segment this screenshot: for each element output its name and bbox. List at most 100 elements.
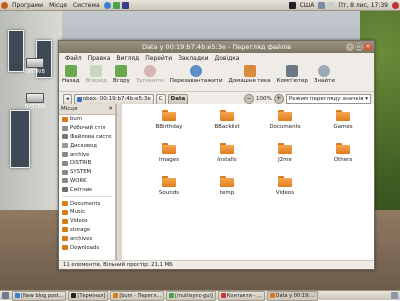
forward-button[interactable]: Вперед: [86, 65, 107, 84]
menu-edit[interactable]: Правка: [85, 55, 114, 62]
desktop-icon-distrib[interactable]: DISTRIB: [22, 58, 48, 75]
sidebar-item[interactable]: storage: [59, 226, 115, 235]
maximize-button[interactable]: □: [355, 43, 363, 51]
sidebar-header[interactable]: Місця ✕: [59, 104, 115, 115]
folder-item[interactable]: BBacklist: [198, 110, 256, 130]
sidebar-item-label: Music: [70, 209, 86, 216]
back-button[interactable]: Назад: [62, 65, 80, 84]
menu-go[interactable]: Перейти: [142, 55, 175, 62]
menu-file[interactable]: Файл: [62, 55, 85, 62]
menu-system[interactable]: Система: [70, 2, 103, 9]
home-button[interactable]: Домашня тека: [229, 65, 271, 84]
menu-help[interactable]: Довідка: [212, 55, 243, 62]
mail-launcher-icon[interactable]: [112, 1, 120, 9]
bluetooth-icon[interactable]: [327, 1, 335, 9]
view-mode-select[interactable]: Режим перегляду значків ▾: [285, 94, 371, 104]
folder-label: BBacklist: [214, 124, 240, 130]
menu-bookmarks[interactable]: Закладки: [175, 55, 211, 62]
computer-button[interactable]: Комп'ютер: [277, 65, 308, 84]
sidebar-item[interactable]: WORK: [59, 177, 115, 186]
trash-applet-icon[interactable]: [391, 292, 398, 299]
folder-icon: [336, 143, 350, 154]
computer-icon: [286, 65, 299, 77]
zoom-out-button[interactable]: −: [244, 94, 255, 104]
stop-icon: [143, 65, 156, 77]
folder-item[interactable]: temp: [198, 176, 256, 196]
folder-label: Sounds: [158, 190, 180, 196]
folder-icon: [162, 143, 176, 154]
sidebar-item[interactable]: Файлова систе: [59, 133, 115, 142]
up-button[interactable]: Вгору: [113, 65, 130, 84]
taskbar-button[interactable]: [bum - Перегл...: [110, 290, 165, 301]
folder-item[interactable]: Videos: [256, 176, 314, 196]
folder-item[interactable]: J2me: [256, 143, 314, 163]
menu-places[interactable]: Місця: [46, 2, 70, 9]
folder-item[interactable]: Sounds: [140, 176, 198, 196]
sidebar-item[interactable]: archive: [59, 150, 115, 159]
reload-button[interactable]: Перезавантажити: [170, 65, 223, 84]
taskbar-button[interactable]: [New blog post...: [12, 290, 67, 301]
taskbar-button-active[interactable]: Data у 00:19:...: [266, 290, 318, 301]
folder-icon: [62, 236, 68, 242]
close-button[interactable]: ×: [364, 43, 372, 51]
network-icon[interactable]: [288, 1, 296, 9]
crumb-data[interactable]: Data: [167, 93, 189, 105]
folder-item[interactable]: Others: [314, 143, 372, 163]
forward-arrow-icon: [90, 65, 103, 77]
taskbar-button[interactable]: [multisync-gui]: [166, 290, 216, 301]
search-button[interactable]: Знайти: [314, 65, 335, 84]
folder-icon: [278, 143, 292, 154]
places-sidebar: Місця ✕ bum Робочий стіл Файлова систе Ди…: [59, 104, 116, 260]
sidebar-item[interactable]: bum: [59, 115, 115, 124]
menu-view[interactable]: Вигляд: [113, 55, 142, 62]
sidebar-item[interactable]: DISTRIB: [59, 159, 115, 168]
home-icon: [243, 65, 256, 77]
taskbar-button[interactable]: [Термінал]: [68, 290, 109, 301]
window-titlebar[interactable]: Data у 00:19:b7:4b:e5:3e - Перегляд файл…: [59, 41, 374, 53]
show-desktop-icon[interactable]: [2, 292, 9, 299]
up-arrow-icon: [115, 65, 128, 77]
browser-launcher-icon[interactable]: [103, 1, 111, 9]
power-icon[interactable]: [392, 1, 399, 9]
sidebar-item[interactable]: Downloads: [59, 243, 115, 252]
toggle-location-button[interactable]: ◂: [63, 93, 72, 105]
bluetooth-device-icon: [76, 96, 82, 102]
desktop-icon-label: SYSTEM: [25, 104, 45, 110]
sidebar-item[interactable]: Смітник: [59, 185, 115, 194]
sidebar-item[interactable]: SYSTEM: [59, 168, 115, 177]
folder-label: Documents: [269, 124, 301, 130]
crumb-obex[interactable]: obex: 00:19:b7:4b:e5:3e: [73, 93, 154, 105]
toolbar-label: Домашня тека: [228, 78, 271, 84]
sidebar-item[interactable]: Documents: [59, 199, 115, 208]
folder-item[interactable]: Games: [314, 110, 372, 130]
sidebar-item-label: Videos: [70, 218, 88, 225]
drive-icon: [62, 160, 68, 166]
sidebar-item[interactable]: Дисковод: [59, 141, 115, 150]
sidebar-item[interactable]: Music: [59, 208, 115, 217]
folder-label: Games: [333, 124, 353, 130]
ubuntu-logo-icon: [1, 1, 8, 9]
zoom-in-button[interactable]: +: [273, 94, 284, 104]
help-launcher-icon[interactable]: [121, 1, 129, 9]
sidebar-item[interactable]: Videos: [59, 217, 115, 226]
taskbar-button[interactable]: Контакти - ...: [217, 290, 265, 301]
keyboard-layout-indicator[interactable]: США: [297, 2, 318, 9]
volume-icon[interactable]: [318, 1, 326, 9]
menu-applications[interactable]: Програми: [9, 2, 46, 9]
sidebar-item[interactable]: archives: [59, 234, 115, 243]
stop-button[interactable]: Зупинити: [136, 65, 164, 84]
drive-icon: [26, 93, 44, 103]
folder-item[interactable]: Installs: [198, 143, 256, 163]
drive-icon: [62, 134, 68, 140]
sidebar-item[interactable]: Робочий стіл: [59, 124, 115, 133]
file-view[interactable]: BBirthday BBacklist Documents Games Imag…: [122, 104, 374, 260]
folder-item[interactable]: Documents: [256, 110, 314, 130]
desktop-icon-system[interactable]: SYSTEM: [22, 93, 48, 110]
clock[interactable]: Пт, 8 лис, 17:39: [335, 2, 391, 9]
folder-item[interactable]: BBirthday: [140, 110, 198, 130]
folder-item[interactable]: Images: [140, 143, 198, 163]
file-grid: BBirthday BBacklist Documents Games Imag…: [140, 110, 400, 196]
close-sidebar-icon[interactable]: ✕: [108, 106, 113, 112]
minimize-button[interactable]: –: [346, 43, 354, 51]
crumb-c[interactable]: C: [155, 93, 166, 105]
